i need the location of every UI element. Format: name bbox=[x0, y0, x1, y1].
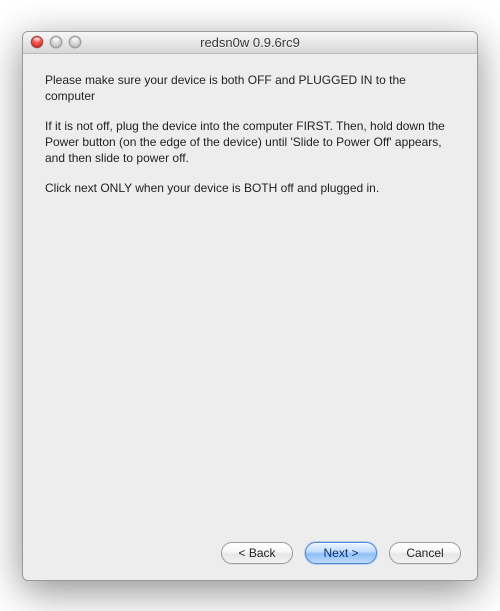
close-icon[interactable] bbox=[31, 36, 43, 48]
instruction-text-1: Please make sure your device is both OFF… bbox=[45, 72, 455, 104]
instruction-text-3: Click next ONLY when your device is BOTH… bbox=[45, 180, 455, 196]
next-button[interactable]: Next > bbox=[305, 542, 377, 564]
window-title: redsn0w 0.9.6rc9 bbox=[23, 35, 477, 50]
back-button[interactable]: < Back bbox=[221, 542, 293, 564]
traffic-lights bbox=[31, 36, 81, 48]
content-area: Please make sure your device is both OFF… bbox=[23, 54, 477, 532]
cancel-button[interactable]: Cancel bbox=[389, 542, 461, 564]
app-window: redsn0w 0.9.6rc9 Please make sure your d… bbox=[22, 31, 478, 581]
instruction-text-2: If it is not off, plug the device into t… bbox=[45, 118, 455, 167]
minimize-icon[interactable] bbox=[50, 36, 62, 48]
button-bar: < Back Next > Cancel bbox=[23, 532, 477, 580]
zoom-icon[interactable] bbox=[69, 36, 81, 48]
titlebar: redsn0w 0.9.6rc9 bbox=[23, 32, 477, 54]
